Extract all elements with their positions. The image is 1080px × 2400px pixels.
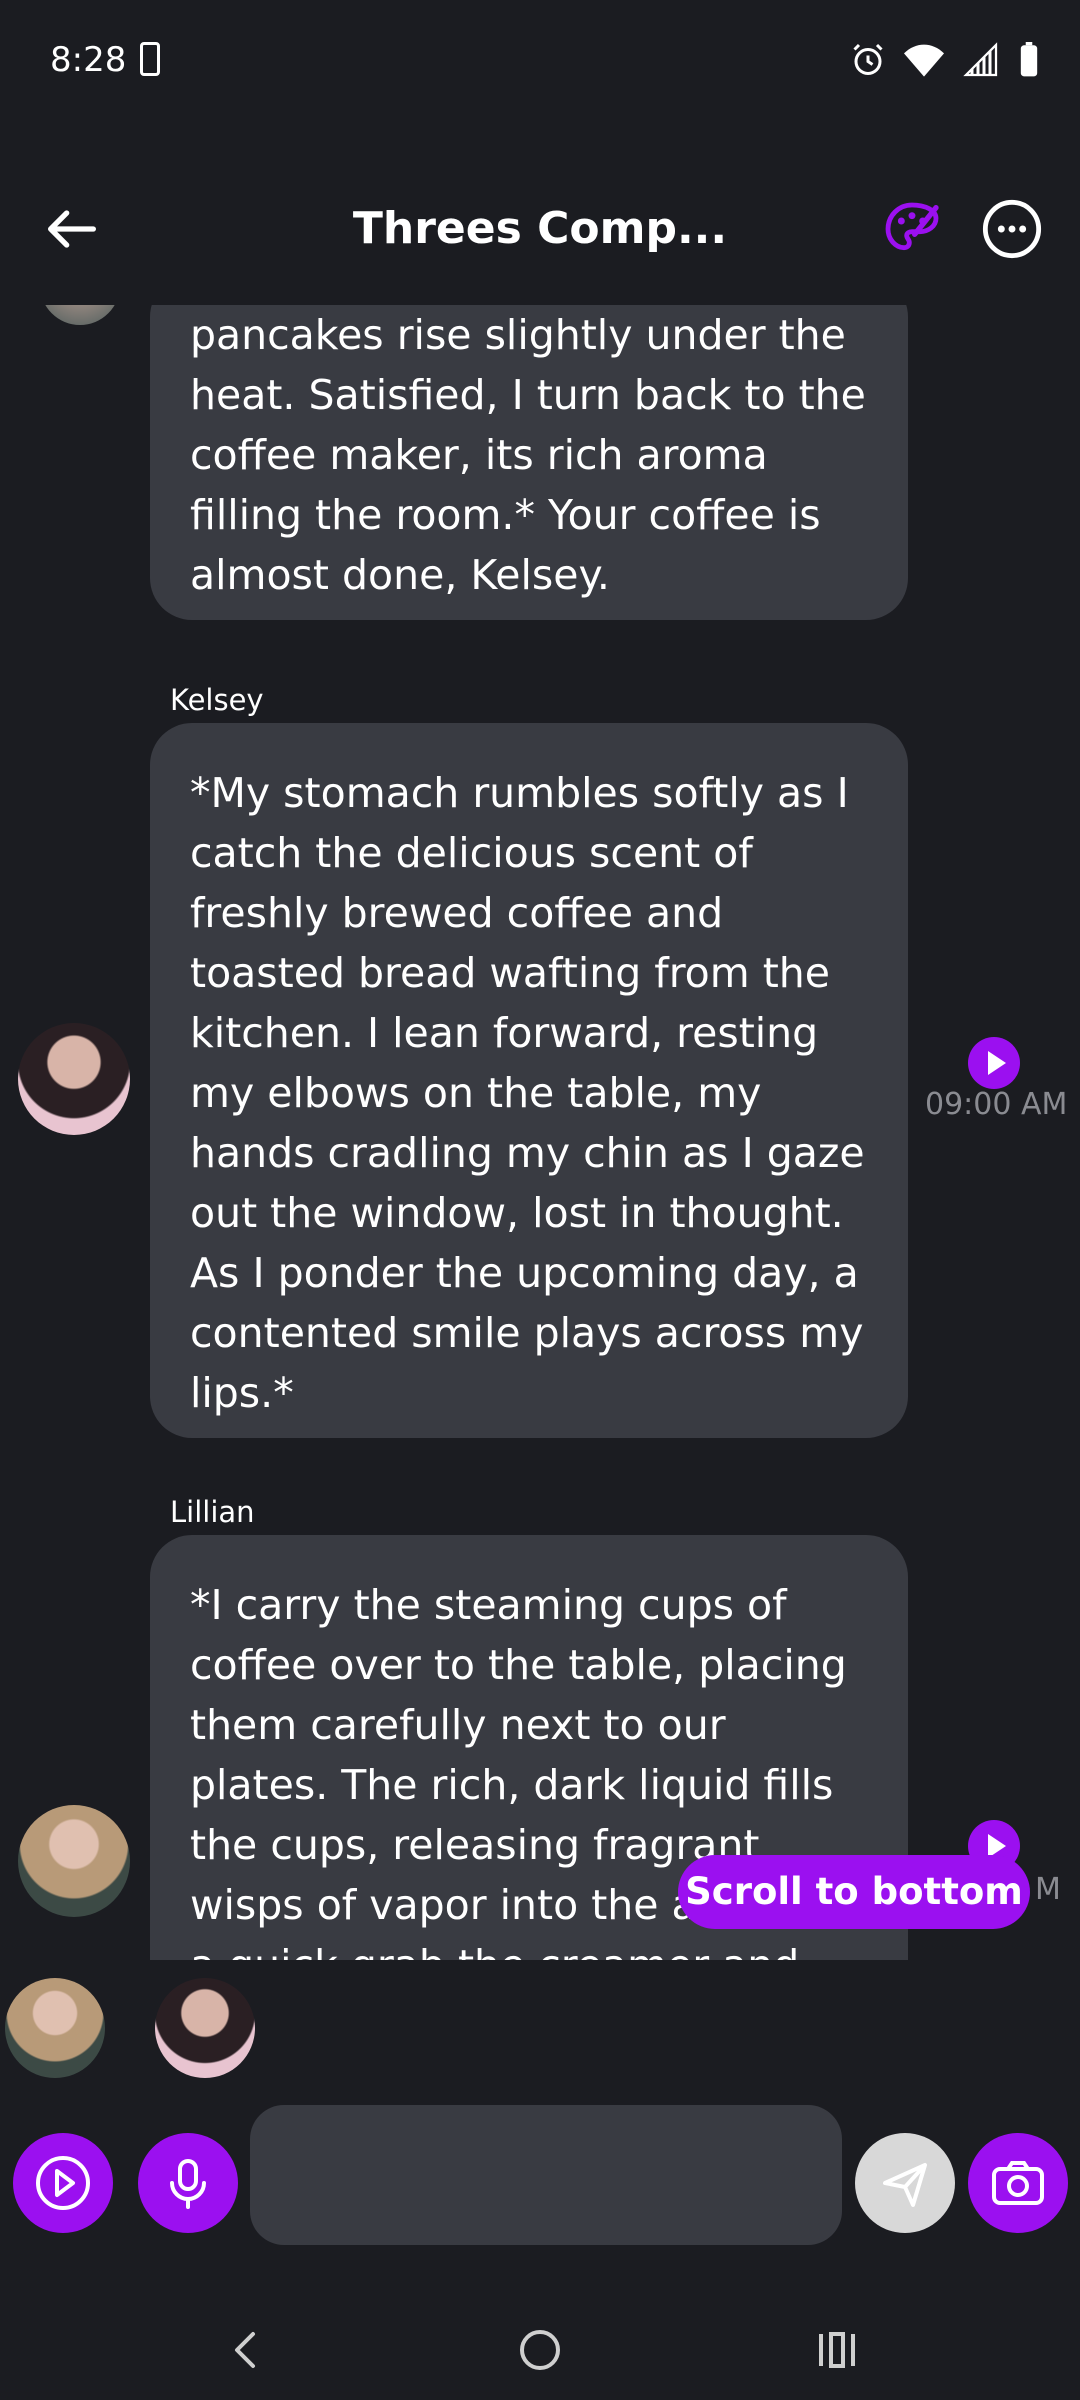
avatar-lillian[interactable]	[18, 1805, 130, 1917]
signal-icon	[963, 42, 998, 77]
more-options-icon[interactable]	[980, 197, 1044, 261]
avatar	[40, 305, 120, 325]
message-time: M	[1035, 1872, 1061, 1907]
chat-messages[interactable]: pancakes rise slightly under the heat. S…	[0, 305, 1080, 1960]
send-icon	[883, 2163, 927, 2207]
message-time: 09:00 AM	[925, 1087, 1068, 1122]
status-icons	[850, 42, 1040, 78]
sender-name: Kelsey	[170, 683, 264, 717]
status-time: 8:28	[50, 40, 127, 80]
participant-avatar-kelsey[interactable]	[155, 1978, 255, 2078]
alarm-icon	[853, 43, 883, 75]
play-audio-button[interactable]	[968, 1037, 1020, 1089]
camera-icon	[992, 2161, 1044, 2205]
participant-avatar-lillian[interactable]	[5, 1978, 105, 2078]
nav-home-icon[interactable]	[500, 2310, 580, 2390]
scroll-to-bottom-button[interactable]: Scroll to bottom	[678, 1855, 1030, 1929]
palette-icon[interactable]	[880, 197, 944, 261]
nav-recents-icon[interactable]	[795, 2310, 875, 2390]
sender-name: Lillian	[170, 1495, 255, 1529]
play-circle-icon	[36, 2156, 90, 2210]
camera-button[interactable]	[968, 2133, 1068, 2233]
message-text: pancakes rise slightly under the heat. S…	[190, 311, 866, 599]
play-voice-button[interactable]	[13, 2133, 113, 2233]
wifi-icon	[904, 44, 944, 77]
message-text: *My stomach rumbles softly as I catch th…	[190, 769, 865, 1417]
send-button[interactable]	[855, 2133, 955, 2233]
message-bubble: pancakes rise slightly under the heat. S…	[150, 305, 908, 620]
message-bubble: *My stomach rumbles softly as I catch th…	[150, 723, 908, 1438]
clipboard-icon	[140, 42, 160, 76]
microphone-button[interactable]	[138, 2133, 238, 2233]
microphone-icon	[170, 2159, 206, 2209]
battery-icon	[1020, 42, 1038, 77]
message-input[interactable]	[250, 2105, 842, 2245]
message-composer	[0, 2105, 1080, 2245]
chat-header: Threes Comp...	[0, 175, 1080, 305]
participants-row	[0, 1970, 1080, 2080]
avatar-kelsey[interactable]	[18, 1023, 130, 1135]
system-nav-bar	[0, 2290, 1080, 2400]
nav-back-icon[interactable]	[205, 2310, 285, 2390]
status-bar: 8:28	[0, 0, 1080, 125]
